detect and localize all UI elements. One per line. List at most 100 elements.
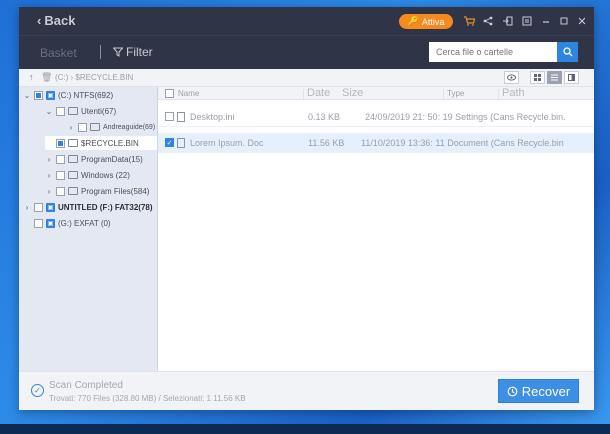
- folder-icon: [68, 139, 78, 147]
- filter-icon: [113, 47, 123, 57]
- tree-item-drive-c[interactable]: ⌄ ▣ (C:) NTFS(692): [23, 88, 157, 102]
- path-bar: ↑ 🗑 (C:) › $RECYCLE.BIN: [19, 69, 594, 87]
- folder-icon: [68, 171, 78, 179]
- column-size[interactable]: Size: [342, 87, 363, 99]
- drive-icon: ▣: [46, 202, 55, 212]
- file-list: Name Date Size Type Path Desktop.ini 0.1…: [158, 87, 594, 371]
- back-button[interactable]: ‹ Back: [37, 13, 75, 28]
- checkbox[interactable]: [56, 106, 65, 116]
- select-all-checkbox[interactable]: [165, 89, 174, 98]
- column-name[interactable]: Name: [178, 89, 199, 98]
- tree-item-label: Windows (22): [81, 170, 130, 180]
- tree-item-label: $RECYCLE.BIN: [81, 138, 139, 148]
- minimize-icon[interactable]: [539, 14, 553, 28]
- taskbar: [0, 424, 610, 434]
- drive-icon: ▣: [46, 90, 55, 100]
- column-header: Name Date Size Type Path: [158, 87, 594, 100]
- chevron-right-icon[interactable]: ›: [45, 171, 53, 180]
- chevron-right-icon[interactable]: ›: [45, 155, 53, 164]
- cart-icon[interactable]: [462, 14, 476, 28]
- close-icon[interactable]: [575, 14, 589, 28]
- drive-icon: ▣: [46, 218, 55, 228]
- table-row[interactable]: Desktop.ini 0.13 KB 24/09/2019 21: 50: 1…: [158, 107, 594, 127]
- file-size: 0.13 KB: [308, 112, 341, 122]
- column-date[interactable]: Date: [307, 87, 330, 99]
- toolbar: Basket Filter: [19, 35, 594, 69]
- tree-item-windows[interactable]: › Windows (22): [45, 168, 157, 182]
- tree-item-drive-f[interactable]: › ▣ UNTITLED (F:) FAT32(78): [23, 200, 157, 214]
- check-circle-icon: ✓: [31, 384, 44, 397]
- tree-item-drive-g[interactable]: ▣ (G:) EXFAT (0): [23, 216, 157, 230]
- tree-item-label: (G:) EXFAT (0): [58, 218, 111, 228]
- file-name: Desktop.ini: [190, 112, 235, 122]
- filter-button[interactable]: Filter: [113, 45, 153, 59]
- file-size: 11.56 KB: [308, 138, 345, 148]
- tree-item-program-files[interactable]: › Program Files(584): [45, 184, 157, 198]
- current-path: (C:) › $RECYCLE.BIN: [55, 73, 134, 82]
- tree-item-programdata[interactable]: › ProgramData(15): [45, 152, 157, 166]
- tree-item-label: Utenti(67): [81, 106, 117, 116]
- folder-icon: [68, 155, 78, 163]
- checkbox[interactable]: [34, 90, 43, 100]
- tree-item-label: ProgramData(15): [81, 154, 143, 164]
- back-label: Back: [44, 13, 76, 28]
- app-window: ‹ Back 🔑 Attiva Basket Filter Cerca file…: [19, 7, 594, 410]
- scan-status-title: Scan Completed: [49, 380, 123, 391]
- chevron-right-icon[interactable]: ›: [45, 187, 53, 196]
- chevron-left-icon: ‹: [37, 13, 42, 28]
- recover-button[interactable]: Recover: [498, 379, 579, 403]
- chevron-right-icon[interactable]: ›: [67, 123, 75, 132]
- login-icon[interactable]: [501, 14, 515, 28]
- tree-item-andreaguide[interactable]: › Andreaguide(69): [67, 120, 157, 134]
- arrow-up-icon[interactable]: ↑: [29, 72, 34, 82]
- file-date-type: 11/10/2019 13:36: 11 Document (Cans Recy…: [361, 138, 564, 148]
- recover-icon: [507, 386, 518, 396]
- folder-icon: [90, 123, 100, 131]
- folder-icon: [68, 187, 78, 195]
- checkbox[interactable]: [56, 154, 65, 164]
- search-button[interactable]: [557, 42, 578, 62]
- checkbox[interactable]: [56, 186, 65, 196]
- checkbox[interactable]: [34, 202, 43, 212]
- search-icon: [562, 47, 572, 57]
- chevron-right-icon[interactable]: ›: [23, 203, 31, 212]
- tree-item-label: Program Files(584): [81, 186, 150, 196]
- tree-item-label: Andreaguide(69): [103, 123, 156, 131]
- activate-label: Attiva: [421, 16, 445, 27]
- key-icon: 🔑: [407, 16, 419, 26]
- tree-item-label: (C:) NTFS(692): [58, 90, 114, 100]
- tree-item-recycle-bin[interactable]: $RECYCLE.BIN: [45, 136, 157, 150]
- column-path[interactable]: Path: [502, 87, 525, 99]
- file-name: Lorem Ipsum. Doc: [190, 138, 264, 148]
- basket-tab[interactable]: Basket: [40, 46, 77, 60]
- checkbox[interactable]: [56, 170, 65, 180]
- folder-icon: [68, 107, 78, 115]
- title-bar: ‹ Back 🔑 Attiva: [19, 7, 594, 35]
- menu-icon[interactable]: [520, 14, 534, 28]
- folder-tree: ⌄ ▣ (C:) NTFS(692) ⌄ Utenti(67) › Andrea…: [19, 87, 158, 377]
- grid-view-icon[interactable]: [530, 71, 545, 84]
- list-view-icon[interactable]: [547, 71, 562, 84]
- column-type[interactable]: Type: [447, 89, 464, 98]
- search-input[interactable]: [429, 42, 557, 62]
- activate-button[interactable]: 🔑 Attiva: [399, 14, 453, 29]
- tree-item-utenti[interactable]: ⌄ Utenti(67): [45, 104, 157, 118]
- file-icon: [177, 112, 185, 122]
- maximize-icon[interactable]: [557, 14, 571, 28]
- filter-label: Filter: [126, 45, 153, 59]
- document-icon: [177, 138, 185, 148]
- detail-view-icon[interactable]: [564, 71, 579, 84]
- file-date-type: 24/09/2019 21: 50: 19 Settings (Cans Rec…: [365, 112, 566, 122]
- checkbox[interactable]: [34, 218, 43, 228]
- table-row[interactable]: ✓ Lorem Ipsum. Doc 11.56 KB 11/10/2019 1…: [158, 133, 594, 153]
- chevron-down-icon[interactable]: ⌄: [45, 107, 53, 116]
- trash-icon: 🗑: [41, 72, 53, 82]
- share-icon[interactable]: [481, 14, 495, 28]
- checkbox-checked[interactable]: ✓: [165, 138, 174, 147]
- recover-label: Recover: [521, 383, 571, 399]
- chevron-down-icon[interactable]: ⌄: [23, 91, 31, 100]
- checkbox[interactable]: [78, 122, 87, 132]
- checkbox[interactable]: [165, 112, 174, 121]
- preview-icon[interactable]: [504, 71, 519, 84]
- checkbox[interactable]: [56, 138, 65, 148]
